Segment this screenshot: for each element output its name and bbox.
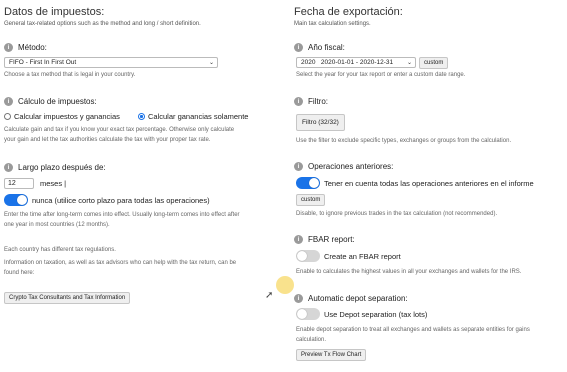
previous-trades-label: Tener en cuenta todas las operaciones an… — [324, 178, 534, 188]
calc-option-gain-only[interactable]: Calcular ganancias solamente — [138, 112, 248, 121]
filter-help: Use the filter to exclude specific types… — [296, 138, 512, 144]
fbar-label-text: FBAR report: — [308, 235, 355, 244]
toggle-knob — [297, 309, 307, 319]
calc-label: i Cálculo de impuestos: — [4, 97, 97, 106]
calc-help-line1: Calculate gain and tax if you know your … — [4, 127, 235, 133]
toggle-switch[interactable] — [296, 308, 320, 320]
calc-option2-label: Calcular ganancias solamente — [148, 112, 249, 121]
depot-help-line1: Enable depot separation to treat all exc… — [296, 327, 530, 333]
depot-toggle-row[interactable]: Use Depot separation (tax lots) — [296, 308, 427, 320]
previous-trades-toggle-row[interactable]: Tener en cuenta todas las operaciones an… — [296, 177, 534, 189]
year-custom-button[interactable]: custom — [419, 57, 449, 69]
info-icon[interactable]: i — [294, 43, 303, 52]
info-icon[interactable]: i — [4, 163, 13, 172]
previous-custom-button[interactable]: custom — [296, 194, 326, 206]
longterm-help-line2: one year in most countries (12 months). — [4, 222, 110, 228]
year-label: i Año fiscal: — [294, 43, 345, 52]
year-select[interactable]: 2020 2020-01-01 - 2020-12-31 ⌄ — [296, 57, 416, 68]
mouse-pointer-icon: ➚ — [265, 290, 274, 301]
section-desc-tax-data: General tax-related options such as the … — [4, 21, 201, 27]
preview-flow-chart-button[interactable]: Preview Tx Flow Chart — [296, 349, 367, 361]
method-label: i Método: — [4, 43, 47, 52]
previous-label-text: Operaciones anteriores: — [308, 162, 394, 171]
toggle-knob — [297, 251, 307, 261]
section-title-tax-data: Datos de impuestos: — [4, 6, 105, 18]
toggle-switch[interactable] — [4, 194, 28, 206]
depot-help-line2: calculation. — [296, 337, 327, 343]
filter-label: i Filtro: — [294, 97, 328, 106]
country-info-line2: Information on taxation, as well as tax … — [4, 260, 237, 266]
calc-option-tax-and-gain[interactable]: Calcular impuestos y ganancias — [4, 112, 120, 121]
longterm-label: i Largo plazo después de: — [4, 163, 106, 172]
method-label-text: Método: — [18, 43, 47, 52]
toggle-switch[interactable] — [296, 177, 320, 189]
longterm-unit: meses | — [40, 179, 67, 188]
country-info-line1: Each country has different tax regulatio… — [4, 247, 116, 253]
radio-button[interactable] — [4, 113, 11, 120]
calc-help-line2: your gain and let the tax authorities ca… — [4, 137, 211, 143]
longterm-months-input[interactable]: 12 — [4, 178, 34, 189]
calc-option1-label: Calcular impuestos y ganancias — [14, 112, 120, 121]
year-help: Select the year for your tax report or e… — [296, 72, 466, 78]
previous-help: Disable, to ignore previous trades in th… — [296, 211, 498, 217]
toggle-switch[interactable] — [296, 250, 320, 262]
year-label-text: Año fiscal: — [308, 43, 345, 52]
toggle-knob — [309, 178, 319, 188]
year-select-value: 2020 2020-01-01 - 2020-12-31 — [301, 59, 394, 66]
fbar-toggle-label: Create an FBAR report — [324, 251, 401, 261]
fbar-help: Enable to calculates the highest values … — [296, 269, 522, 275]
calc-label-text: Cálculo de impuestos: — [18, 97, 97, 106]
info-icon[interactable]: i — [4, 43, 13, 52]
info-icon[interactable]: i — [294, 162, 303, 171]
filter-label-text: Filtro: — [308, 97, 328, 106]
toggle-knob — [17, 195, 27, 205]
info-icon[interactable]: i — [294, 235, 303, 244]
chevron-down-icon: ⌄ — [208, 60, 214, 66]
longterm-help-line1: Enter the time after long-term comes int… — [4, 212, 240, 218]
section-desc-export-date: Main tax calculation settings. — [294, 21, 371, 27]
tax-consultants-button[interactable]: Crypto Tax Consultants and Tax Informati… — [4, 292, 131, 304]
filter-button[interactable]: Filtro (32/32) — [296, 114, 345, 131]
fbar-label: i FBAR report: — [294, 235, 355, 244]
longterm-label-text: Largo plazo después de: — [18, 163, 106, 172]
longterm-never-toggle-row[interactable]: nunca (utilice corto plazo para todas la… — [4, 194, 210, 206]
cursor-highlight — [276, 276, 294, 294]
method-select-value: FIFO - First In First Out — [9, 59, 77, 66]
section-title-export-date: Fecha de exportación: — [294, 6, 403, 18]
country-info-line3: found here: — [4, 270, 35, 276]
info-icon[interactable]: i — [4, 97, 13, 106]
depot-label-text: Automatic depot separation: — [308, 294, 408, 303]
info-icon[interactable]: i — [294, 294, 303, 303]
longterm-never-label: nunca (utilice corto plazo para todas la… — [32, 195, 210, 205]
depot-label: i Automatic depot separation: — [294, 294, 408, 303]
info-icon[interactable]: i — [294, 97, 303, 106]
depot-toggle-label: Use Depot separation (tax lots) — [324, 309, 428, 319]
method-help: Choose a tax method that is legal in you… — [4, 72, 136, 78]
chevron-down-icon: ⌄ — [406, 60, 412, 66]
method-select[interactable]: FIFO - First In First Out ⌄ — [4, 57, 218, 68]
fbar-toggle-row[interactable]: Create an FBAR report — [296, 250, 401, 262]
radio-button-selected[interactable] — [138, 113, 145, 120]
previous-label: i Operaciones anteriores: — [294, 162, 393, 171]
